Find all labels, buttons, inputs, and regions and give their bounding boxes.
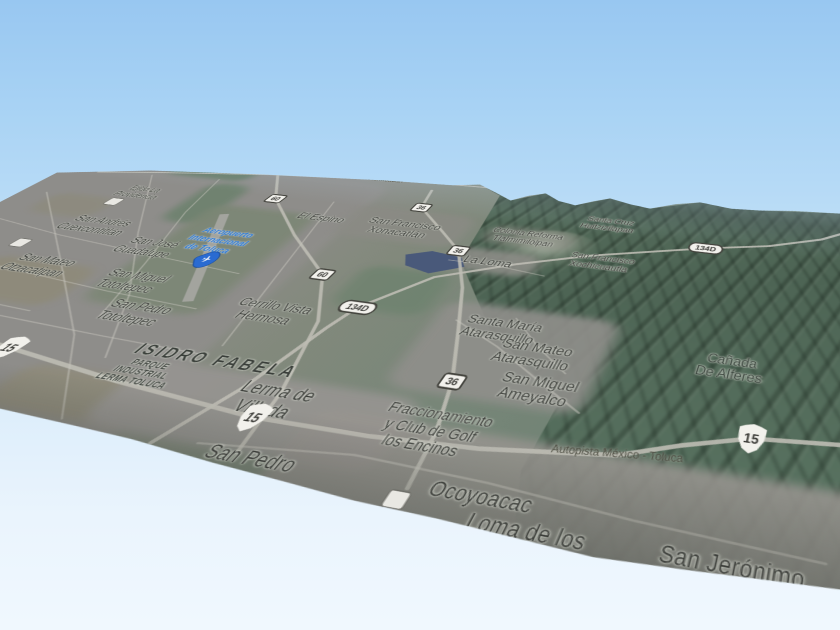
route-shield <box>102 197 126 205</box>
place-label: Loma de los <box>460 507 591 557</box>
road-name-label: Xonacatlan <box>366 176 406 185</box>
place-label: San Jerónimo <box>655 539 807 596</box>
route-shield-15: 15 <box>0 335 35 361</box>
route-shield-60: 60 <box>307 268 338 281</box>
airplane-icon: ✈ <box>196 254 217 266</box>
route-shield <box>379 489 412 511</box>
route-shield <box>7 238 34 248</box>
route-shield-134D: 134D <box>334 299 381 316</box>
place-label: Santa Cruz Huitzizilapan <box>578 214 636 235</box>
place-label: San Francisco Xonacatlán <box>363 215 445 241</box>
labels-layer: Aeropuerto Internacional de Toluca ✈ Eji… <box>0 129 840 630</box>
place-label: San Andrés Cuexcontitlán <box>50 213 137 239</box>
place-label: Lerma de Villada <box>234 376 323 407</box>
place-label: San Mateo Atarasquillo <box>487 336 577 375</box>
place-label: El Espino <box>293 211 349 226</box>
place-label: La Loma <box>460 253 516 271</box>
scene: Aeropuerto Internacional de Toluca ✈ Eji… <box>0 0 840 630</box>
route-shield-36: 36 <box>435 372 469 391</box>
place-label: San Mateo Otzacatipan <box>0 251 82 280</box>
road-name-label: Autopista México - Toluca <box>549 442 684 466</box>
map-3d-viewport[interactable]: Aeropuerto Internacional de Toluca ✈ Eji… <box>0 0 840 630</box>
place-label: Cerrillo Vista Hermosa <box>229 295 318 329</box>
map-3d-plane[interactable]: Aeropuerto Internacional de Toluca ✈ Eji… <box>0 129 840 630</box>
route-shield-36: 36 <box>409 202 435 212</box>
place-label: San Francisco Xochicuautla <box>567 250 637 275</box>
place-label: Cañada De Alferes <box>693 350 764 387</box>
place-label: San Pedro Totoltepec <box>89 296 179 330</box>
place-label: San José Guadalupe <box>107 234 185 261</box>
route-shield-15: 15 <box>734 422 769 456</box>
place-label: San Miguel Ameyalco <box>493 369 583 412</box>
airport-pin-icon: ✈ <box>187 250 226 269</box>
place-label: Colonia Reforma Tlalmimilolpan <box>490 225 566 249</box>
route-shield-134D: 134D <box>686 242 724 256</box>
place-label: San Miguel Totoltepec <box>89 266 176 297</box>
place-label: San Pedro <box>197 439 304 478</box>
place-label: Fraccionamiento y Club de Golf los Encin… <box>377 398 498 461</box>
route-shield-60: 60 <box>262 194 289 204</box>
